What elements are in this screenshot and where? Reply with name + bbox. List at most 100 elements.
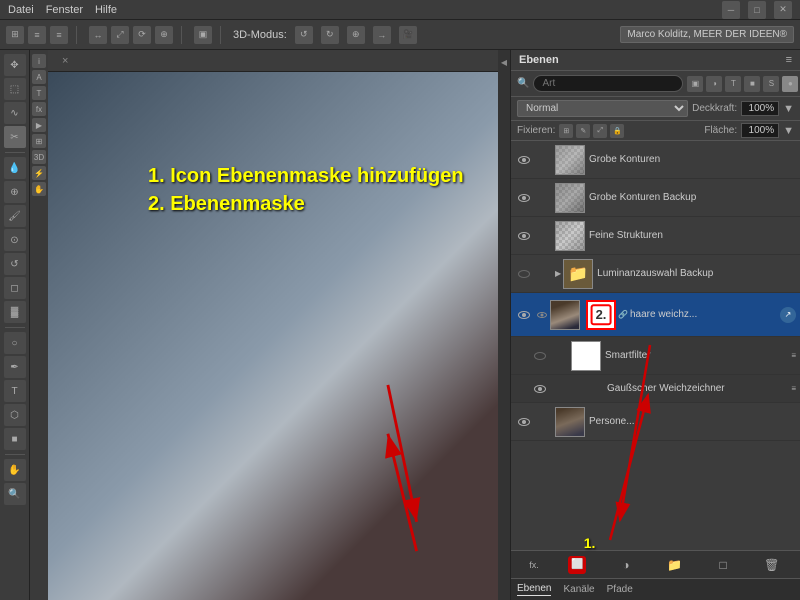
layer-visibility-toggle[interactable] [531, 347, 549, 365]
lasso-tool[interactable]: ∿ [4, 102, 26, 124]
3d-icon-4[interactable]: → [373, 26, 391, 44]
blend-mode-select[interactable]: Normal [517, 100, 688, 117]
group-expand-arrow[interactable]: ▶ [555, 269, 561, 278]
layer-visibility-toggle[interactable] [515, 189, 533, 207]
layer-smart-item[interactable]: 2. 🔗 haare weichz... ↗ [511, 293, 800, 337]
layer-visibility-toggle[interactable] [515, 227, 533, 245]
eraser-tool[interactable]: ◻ [4, 277, 26, 299]
tool-icon-7[interactable]: ⊕ [155, 26, 173, 44]
layer-visibility-toggle[interactable] [515, 265, 533, 283]
menu-fenster[interactable]: Fenster [46, 4, 83, 16]
3d-icon-5[interactable]: 🎥 [399, 26, 417, 44]
layer-visibility-toggle[interactable] [515, 151, 533, 169]
opacity-input[interactable] [741, 101, 779, 116]
select-tool[interactable]: ⬚ [4, 78, 26, 100]
layer-visibility-toggle[interactable] [515, 306, 533, 324]
3d-icon-2[interactable]: ↻ [321, 26, 339, 44]
tab-pfade[interactable]: Pfade [607, 584, 633, 596]
shape-tool[interactable]: ■ [4, 428, 26, 450]
crop-tool[interactable]: ✂ [4, 126, 26, 148]
info-btn-i[interactable]: i [32, 54, 46, 68]
create-adjustment-button[interactable]: ◑ [616, 555, 636, 575]
history-tool[interactable]: ↺ [4, 253, 26, 275]
tool-icon-5[interactable]: ⤢ [111, 26, 129, 44]
panel-collapse-arrow[interactable]: ◀ [498, 50, 510, 600]
eyedropper-tool[interactable]: 💧 [4, 157, 26, 179]
filter-shape-icon[interactable]: ■ [744, 76, 760, 92]
pen-tool[interactable]: ✒ [4, 356, 26, 378]
smartfilter-options-icon[interactable]: ≡ [791, 351, 796, 360]
brush-tool[interactable]: 🖌 [4, 205, 26, 227]
opacity-dropdown-icon[interactable]: ▼ [783, 103, 794, 115]
lock-artboard-icon[interactable]: ⤢ [593, 124, 607, 138]
layer-item[interactable]: Grobe Konturen [511, 141, 800, 179]
layer-item[interactable]: Grobe Konturen Backup [511, 179, 800, 217]
zoom-tool[interactable]: 🔍 [4, 483, 26, 505]
filter-toggle[interactable]: ● [782, 76, 798, 92]
info-btn-a[interactable]: A [32, 70, 46, 84]
close-button[interactable]: ✕ [774, 1, 792, 19]
menu-datei[interactable]: Datei [8, 4, 34, 16]
info-btn-grid[interactable]: ⊞ [32, 134, 46, 148]
layer-smartfilter-item[interactable]: Smartfilter ≡ [511, 337, 800, 375]
layer-search-input[interactable] [533, 75, 683, 92]
panel-menu-icon[interactable]: ≡ [786, 54, 792, 66]
tool-icon-3[interactable]: ≡ [50, 26, 68, 44]
restore-button[interactable]: □ [748, 1, 766, 19]
filter-options-icon[interactable]: ≡ [791, 384, 796, 393]
tool-icon-2[interactable]: ≡ [28, 26, 46, 44]
lock-position-icon[interactable]: ✎ [576, 124, 590, 138]
gradient-tool[interactable]: ▓ [4, 301, 26, 323]
new-layer-button[interactable]: □ [713, 555, 733, 575]
info-btn-play[interactable]: ▶ [32, 118, 46, 132]
hand-tool[interactable]: ✋ [4, 459, 26, 481]
filter-adj-icon[interactable]: ◑ [706, 76, 722, 92]
info-btn-hand2[interactable]: ✋ [32, 182, 46, 196]
dodge-tool[interactable]: ○ [4, 332, 26, 354]
lock-pixels-icon[interactable]: ⊞ [559, 124, 573, 138]
tool-icon-6[interactable]: ⟳ [133, 26, 151, 44]
tab-kanaele[interactable]: Kanäle [563, 584, 594, 596]
info-btn-3d[interactable]: 3D [32, 150, 46, 164]
smart-vis[interactable] [535, 308, 549, 322]
path-tool[interactable]: ⬡ [4, 404, 26, 426]
filter-type-icon[interactable]: T [725, 76, 741, 92]
layer-item[interactable]: Persone... [511, 403, 800, 441]
layer-filter-item[interactable]: Gaußscher Weichzeichner ≡ [511, 375, 800, 403]
eye-icon [534, 385, 546, 393]
menu-hilfe[interactable]: Hilfe [95, 4, 117, 16]
canvas-content: 1. Icon Ebenenmaske hinzufügen 2. Ebenen… [48, 72, 498, 600]
heal-tool[interactable]: ⊕ [4, 181, 26, 203]
minimize-button[interactable]: ─ [722, 1, 740, 19]
add-mask-button[interactable]: ⬜ 1. [567, 555, 587, 575]
tab-ebenen[interactable]: Ebenen [517, 583, 551, 596]
flaeche-dropdown-icon[interactable]: ▼ [783, 125, 794, 137]
3d-icon-1[interactable]: ↺ [295, 26, 313, 44]
layer-item[interactable]: Feine Strukturen [511, 217, 800, 255]
doc-tab-close[interactable]: × [62, 55, 68, 67]
create-group-button[interactable]: 📁 [665, 555, 685, 575]
info-btn-wand[interactable]: ⚡ [32, 166, 46, 180]
3d-icon-3[interactable]: ⊕ [347, 26, 365, 44]
stamp-tool[interactable]: ⊙ [4, 229, 26, 251]
3d-box-icon[interactable]: ▣ [194, 26, 212, 44]
delete-layer-button[interactable]: 🗑 [762, 555, 782, 575]
filter-smart-icon[interactable]: S [763, 76, 779, 92]
move-tool[interactable]: ✥ [4, 54, 26, 76]
filter-pixel-icon[interactable]: ▣ [687, 76, 703, 92]
flaeche-input[interactable] [741, 123, 779, 138]
layer-options-badge[interactable]: ↗ [780, 307, 796, 323]
layer-visibility-toggle[interactable] [531, 380, 549, 398]
layer-visibility-toggle[interactable] [515, 413, 533, 431]
lock-all-icon[interactable]: 🔒 [610, 124, 624, 138]
layer-group-item[interactable]: ▶ 📁 Luminanzauswahl Backup [511, 255, 800, 293]
info-btn-t[interactable]: T [32, 86, 46, 100]
layer-mask-thumbnail[interactable]: 2. [586, 300, 616, 330]
workspace-dropdown[interactable]: Marco Kolditz, MEER DER IDEEN® [620, 26, 794, 43]
text-tool[interactable]: T [4, 380, 26, 402]
info-btn-fx[interactable]: fx [32, 102, 46, 116]
canvas-text-line-2: 2. Ebenenmaske [148, 190, 464, 218]
tool-icon-1[interactable]: ⊞ [6, 26, 24, 44]
tool-icon-4[interactable]: ↔ [89, 26, 107, 44]
layer-list[interactable]: Grobe Konturen Grobe Konturen Backup [511, 141, 800, 550]
